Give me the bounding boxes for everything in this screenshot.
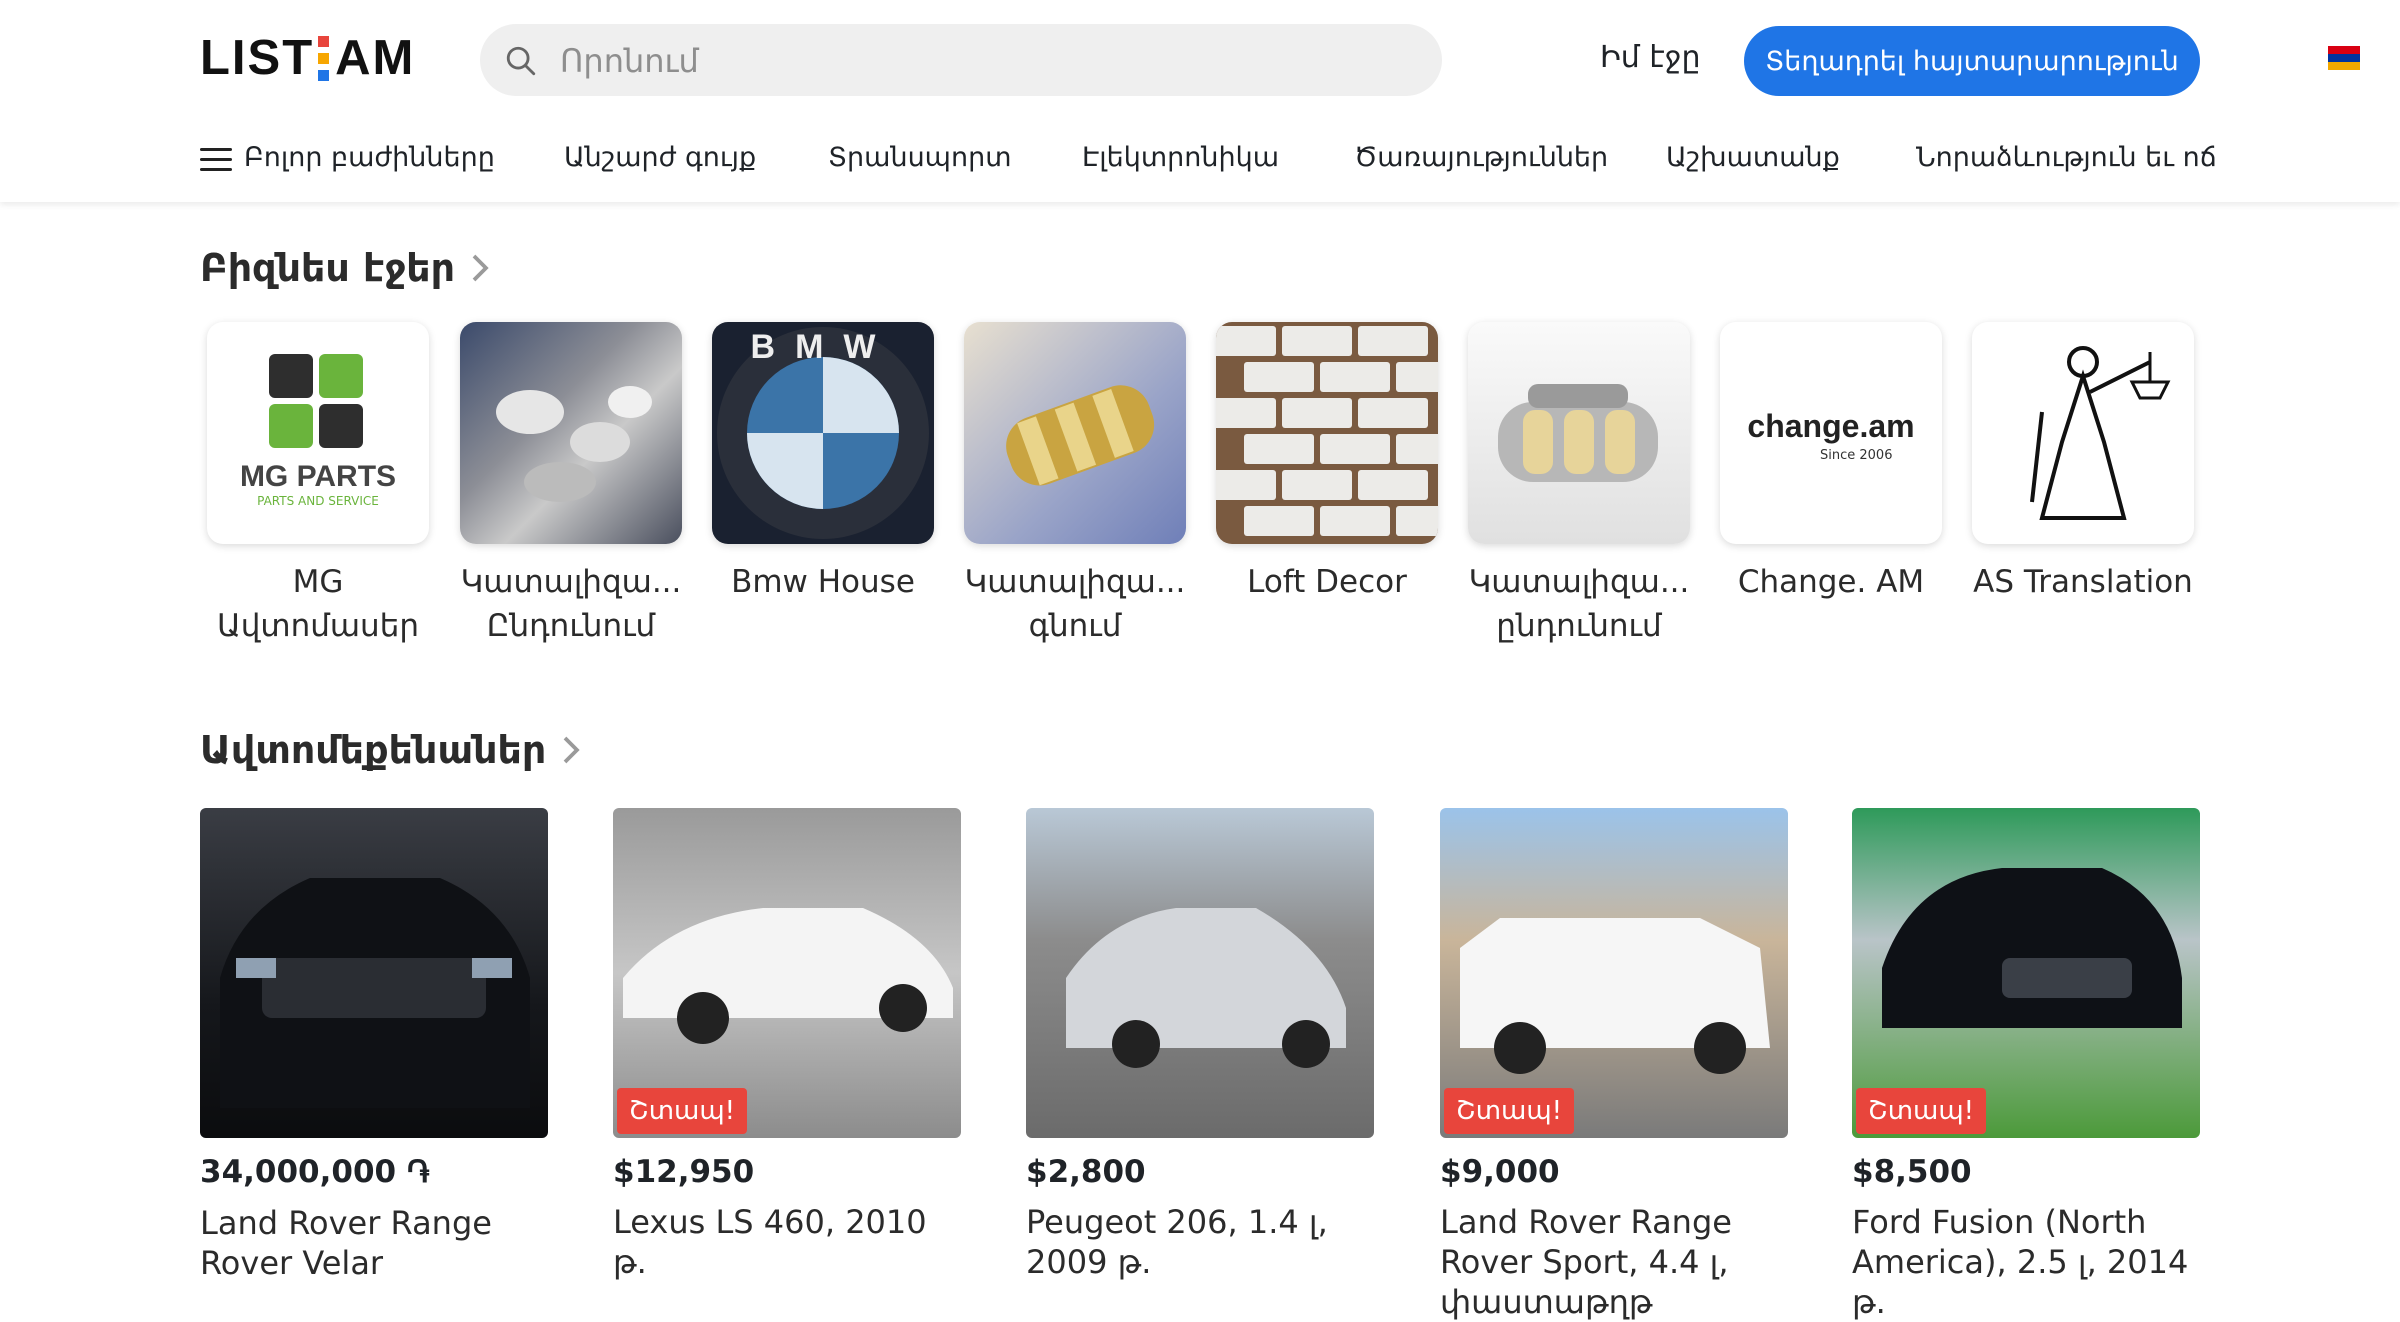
business-card-catalyst-3[interactable]: Կատալիզա... ընդունում [1467, 322, 1691, 648]
menu-icon[interactable] [200, 148, 232, 172]
nav-item-services[interactable]: Ծառայություններ [1354, 142, 1608, 173]
language-flag-icon[interactable] [2328, 46, 2360, 70]
my-page-link[interactable]: Իմ էջը [1600, 40, 1701, 75]
business-pages-heading: Բիզնես էջեր [200, 246, 456, 290]
cars-heading: Ավտոմեքենաներ [200, 728, 547, 772]
lady-justice-icon [2030, 346, 2171, 520]
car-photo[interactable]: Շտապ! [613, 808, 961, 1138]
car-listing[interactable]: $2,800 Peugeot 206, 1.4 լ, 2009 թ. [1026, 808, 1374, 1282]
business-name: Change. AM [1737, 564, 1925, 600]
car-image [1066, 908, 1346, 1068]
business-name: Կատալիզա... ընդունում [1468, 564, 1690, 644]
urgent-badge: Շտապ! [1856, 1088, 1987, 1134]
search-bar[interactable] [480, 24, 1442, 98]
business-card-bmw-house[interactable]: BMW Bmw House [711, 322, 935, 604]
car-listing[interactable]: 34,000,000 ֏ Land Rover Range Rover Vela… [200, 808, 548, 1283]
car-listing[interactable]: Շտապ! $9,000 Land Rover Range Rover Spor… [1440, 808, 1788, 1322]
site-header: LIST AM Իմ էջը Տեղադրել հայտարարություն … [0, 0, 2400, 202]
car-title[interactable]: Peugeot 206, 1.4 լ, 2009 թ. [1026, 1202, 1374, 1282]
nav-item-fashion[interactable]: Նորաձևություն եւ ոճ [1916, 142, 2217, 173]
car-price: $12,950 [613, 1154, 755, 1190]
business-name: MG Ավտոմասեր [216, 564, 419, 644]
chevron-right-icon [564, 736, 580, 764]
business-card-change-am[interactable]: change.am Since 2006 Change. AM [1719, 322, 1943, 604]
nav-all-categories[interactable]: Բոլոր բաժինները [244, 142, 495, 173]
search-input[interactable] [558, 24, 1422, 98]
business-logo: MG PARTS PARTS AND SERVICE [207, 322, 429, 544]
mg-parts-logo [269, 354, 363, 448]
car-title[interactable]: Land Rover Range Rover Velar [200, 1203, 548, 1283]
chevron-right-icon [472, 254, 489, 282]
logo-text-am: AM [335, 31, 416, 85]
business-name: Bmw House [731, 564, 915, 600]
business-logo [964, 322, 1186, 544]
car-price: $8,500 [1852, 1154, 1972, 1190]
logo-dots [318, 35, 330, 81]
change-am-logo-sub: Since 2006 [1820, 448, 1893, 463]
car-title[interactable]: Lexus LS 460, 2010 թ. [613, 1202, 961, 1282]
business-name: AS Translation [1973, 564, 2193, 600]
catalyst-parts-image [496, 386, 652, 502]
business-logo [1468, 322, 1690, 544]
nav-item-jobs[interactable]: Աշխատանք [1666, 142, 1840, 173]
business-logo: BMW [712, 322, 934, 544]
business-pages-title[interactable]: Բիզնես էջեր [200, 246, 491, 290]
business-logo [1216, 322, 1438, 544]
car-price: $2,800 [1026, 1154, 1146, 1190]
catalyst-cutaway-image [1498, 384, 1658, 482]
cars-section-title[interactable]: Ավտոմեքենաներ [200, 728, 582, 772]
mg-logo-sub: PARTS AND SERVICE [257, 494, 379, 508]
business-logo: change.am Since 2006 [1720, 322, 1942, 544]
car-title[interactable]: Land Rover Range Rover Sport, 4.4 լ, փաս… [1440, 1202, 1788, 1322]
nav-item-real-estate[interactable]: Անշարժ գույք [564, 142, 756, 173]
business-card-mg[interactable]: MG PARTS PARTS AND SERVICE MG Ավտոմասեր [206, 322, 430, 648]
car-image [220, 878, 530, 1108]
business-logo [460, 322, 682, 544]
business-card-catalyst-2[interactable]: Կատալիզա... գնում [963, 322, 1187, 648]
car-photo[interactable]: Շտապ! [1852, 808, 2200, 1138]
car-photo[interactable]: Շտապ! [1440, 808, 1788, 1138]
car-photo[interactable] [1026, 808, 1374, 1138]
business-name: Կատալիզա... գնում [964, 564, 1186, 644]
bmw-logo-text: BMW [750, 328, 896, 366]
business-card-loft-decor[interactable]: Loft Decor [1215, 322, 1439, 604]
search-icon [506, 46, 536, 76]
business-name: Loft Decor [1247, 564, 1407, 600]
catalyst-image [1006, 385, 1155, 486]
car-listing[interactable]: Շտապ! $12,950 Lexus LS 460, 2010 թ. [613, 808, 961, 1282]
business-logo [1972, 322, 2194, 544]
mg-logo-text: MG PARTS [239, 460, 397, 493]
car-title[interactable]: Ford Fusion (North America), 2.5 լ, 2014… [1852, 1202, 2200, 1322]
business-card-as-translation[interactable]: AS Translation [1971, 322, 2195, 604]
urgent-badge: Շտապ! [617, 1088, 748, 1134]
nav-item-electronics[interactable]: Էլեկտրոնիկա [1082, 142, 1279, 173]
car-price: 34,000,000 ֏ [200, 1154, 430, 1190]
nav-item-transport[interactable]: Տրանսպորտ [828, 142, 1012, 173]
car-price: $9,000 [1440, 1154, 1560, 1190]
car-listing[interactable]: Շտապ! $8,500 Ford Fusion (North America)… [1852, 808, 2200, 1322]
business-name: Կատալիզա... Ընդունում [460, 564, 682, 644]
site-logo[interactable]: LIST AM [200, 33, 415, 83]
logo-text-list: LIST [200, 31, 315, 85]
change-am-logo-text: change.am [1747, 408, 1915, 444]
urgent-badge: Շտապ! [1444, 1088, 1575, 1134]
brick-wall-image [1216, 326, 1438, 536]
post-ad-button[interactable]: Տեղադրել հայտարարություն [1744, 26, 2200, 96]
car-photo[interactable] [200, 808, 548, 1138]
business-card-catalyst-1[interactable]: Կատալիզա... Ընդունում [459, 322, 683, 648]
